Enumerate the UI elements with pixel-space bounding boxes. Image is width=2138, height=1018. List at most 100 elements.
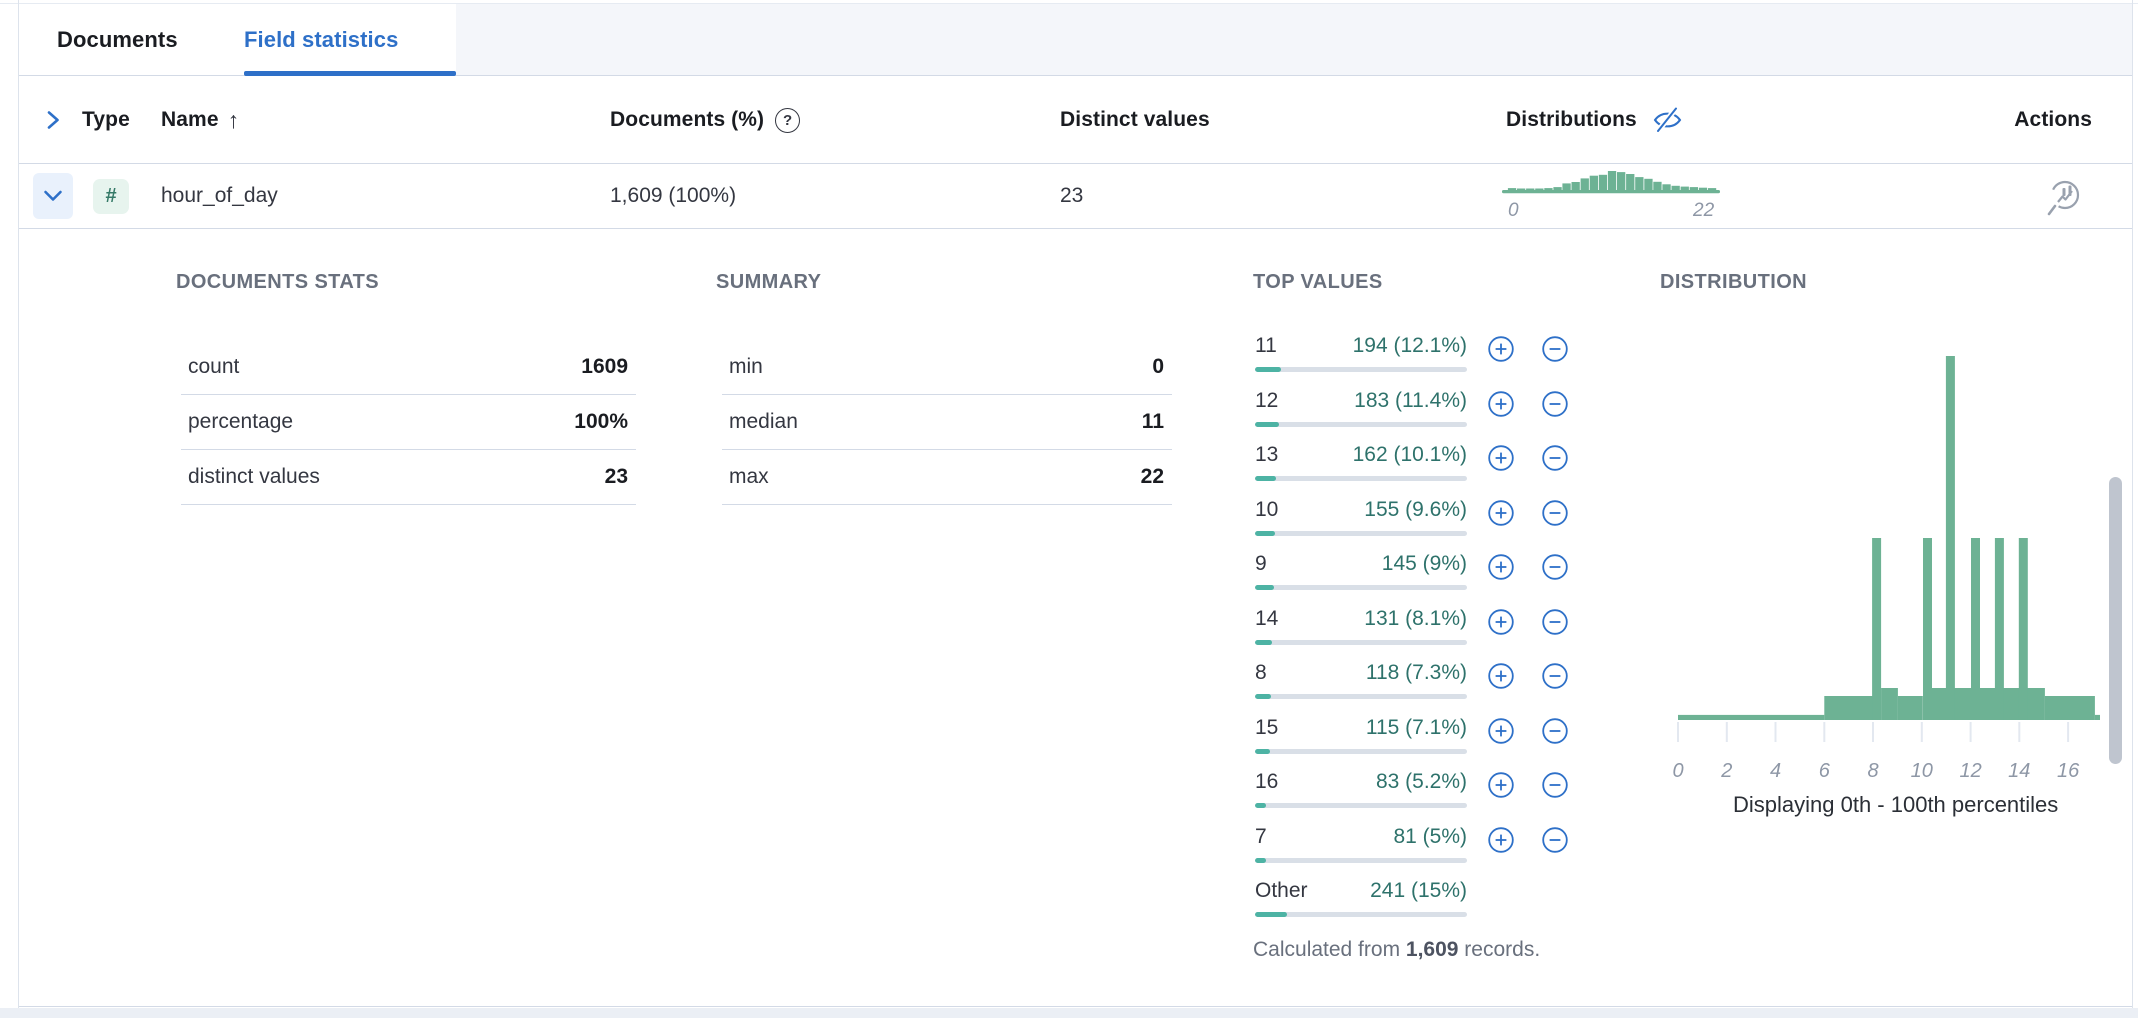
filter-for-value-button[interactable] xyxy=(1487,717,1515,745)
top-value-bar-track xyxy=(1255,912,1467,917)
top-values-section: TOP VALUES 11 194 (12.1%) 12 183 (11.4%) xyxy=(1253,271,1593,968)
filter-out-value-button[interactable] xyxy=(1541,717,1569,745)
top-values-list: 11 194 (12.1%) 12 183 (11.4%) 13 162 (10… xyxy=(1255,334,1593,925)
tab-documents[interactable]: Documents xyxy=(57,4,178,76)
top-value-key: 16 xyxy=(1255,770,1278,794)
top-value-bar-fill xyxy=(1255,367,1281,372)
x-axis-tick-label: 16 xyxy=(2057,760,2079,783)
top-value-bar-track xyxy=(1255,640,1467,645)
collapse-row-button[interactable] xyxy=(33,173,73,219)
x-axis-tick-label: 0 xyxy=(1672,760,1683,783)
filter-for-value-button[interactable] xyxy=(1487,662,1515,690)
filter-out-value-button[interactable] xyxy=(1541,608,1569,636)
top-value-row: 13 162 (10.1%) xyxy=(1255,443,1467,498)
top-value-key: 7 xyxy=(1255,825,1267,849)
top-value-bar-fill xyxy=(1255,531,1275,536)
expand-all-button[interactable] xyxy=(33,77,73,163)
filter-out-value-button[interactable] xyxy=(1541,499,1569,527)
tabs-strip-background xyxy=(456,4,2132,75)
field-table-header: Type Name ↑ Documents (%) ? Distinct val… xyxy=(19,77,2132,164)
top-value-bar-fill xyxy=(1255,858,1266,863)
filter-for-value-button[interactable] xyxy=(1487,826,1515,854)
filter-for-value-button[interactable] xyxy=(1487,553,1515,581)
distribution-percentile-note: Displaying 0th - 100th percentiles xyxy=(1733,792,2101,818)
stat-label: percentage xyxy=(181,410,293,434)
top-value-count: 81 (5%) xyxy=(1393,825,1467,849)
stat-row: median 11 xyxy=(722,395,1172,450)
filter-for-value-button[interactable] xyxy=(1487,608,1515,636)
eye-closed-icon xyxy=(1651,105,1684,135)
top-values-title: TOP VALUES xyxy=(1253,271,1593,294)
sparkline-chart xyxy=(1500,169,1733,195)
x-axis-tick-label: 8 xyxy=(1867,760,1878,783)
top-value-key: Other xyxy=(1255,879,1308,903)
x-axis-tick-label: 4 xyxy=(1770,760,1781,783)
explore-field-statistics-button[interactable] xyxy=(2045,176,2085,220)
column-header-distributions-label: Distributions xyxy=(1506,108,1637,132)
filter-out-value-button[interactable] xyxy=(1541,553,1569,581)
top-value-count: 83 (5.2%) xyxy=(1376,770,1467,794)
filter-for-value-button[interactable] xyxy=(1487,335,1515,363)
top-value-count: 115 (7.1%) xyxy=(1366,716,1467,740)
top-value-bar-fill xyxy=(1255,912,1287,917)
stat-row: max 22 xyxy=(722,450,1172,505)
stat-row: percentage 100% xyxy=(181,395,636,450)
distribution-section: DISTRIBUTION 0246810121416 Displaying 0t… xyxy=(1660,271,2101,818)
stat-label: max xyxy=(722,465,769,489)
filter-for-value-button[interactable] xyxy=(1487,390,1515,418)
field-details-panel: DOCUMENTS STATS count 1609 percentage 10… xyxy=(19,230,2132,1007)
distribution-chart xyxy=(1667,350,2101,750)
top-value-count: 162 (10.1%) xyxy=(1353,443,1467,467)
stat-row: count 1609 xyxy=(181,340,636,395)
documents-stats-table: count 1609 percentage 100% distinct valu… xyxy=(181,340,636,505)
filter-out-value-button[interactable] xyxy=(1541,771,1569,799)
stat-value: 100% xyxy=(574,410,636,434)
summary-section: SUMMARY min 0 median 11 max 22 xyxy=(716,271,1186,505)
filter-out-value-button[interactable] xyxy=(1541,390,1569,418)
top-value-bar-track xyxy=(1255,694,1467,699)
top-value-count: 241 (15%) xyxy=(1370,879,1467,903)
top-value-bar-track xyxy=(1255,749,1467,754)
top-value-row: Other 241 (15%) xyxy=(1255,879,1467,925)
column-header-documents-label: Documents (%) xyxy=(610,108,764,132)
top-value-key: 14 xyxy=(1255,607,1278,631)
active-tab-indicator xyxy=(244,71,456,76)
help-icon[interactable]: ? xyxy=(775,108,800,133)
field-row-hour-of-day: # hour_of_day 1,609 (100%) 23 0 22 xyxy=(19,164,2132,229)
view-mode-tabs: Documents Field statistics xyxy=(19,4,2132,76)
filter-out-value-button[interactable] xyxy=(1541,662,1569,690)
stat-value: 22 xyxy=(1141,465,1172,489)
filter-out-value-button[interactable] xyxy=(1541,826,1569,854)
summary-table: min 0 median 11 max 22 xyxy=(722,340,1172,505)
top-value-row: 7 81 (5%) xyxy=(1255,825,1467,880)
top-value-key: 12 xyxy=(1255,389,1278,413)
filter-out-value-button[interactable] xyxy=(1541,444,1569,472)
field-distribution-sparkline: 0 22 xyxy=(1500,169,1733,227)
footer-prefix: Calculated from xyxy=(1253,938,1406,961)
top-value-bar-track xyxy=(1255,803,1467,808)
filter-for-value-button[interactable] xyxy=(1487,444,1515,472)
stat-label: distinct values xyxy=(181,465,320,489)
footer-suffix: records. xyxy=(1458,938,1540,961)
top-value-bar-track xyxy=(1255,585,1467,590)
top-value-count: 194 (12.1%) xyxy=(1353,334,1467,358)
sort-ascending-icon: ↑ xyxy=(228,107,240,134)
column-header-name[interactable]: Name ↑ xyxy=(161,77,239,163)
top-value-bar-track xyxy=(1255,367,1467,372)
hide-distributions-toggle[interactable] xyxy=(1651,105,1684,135)
top-value-row: 16 83 (5.2%) xyxy=(1255,770,1467,825)
distribution-x-axis: 0246810121416 xyxy=(1660,760,2101,790)
top-value-bar-fill xyxy=(1255,803,1266,808)
filter-out-value-button[interactable] xyxy=(1541,335,1569,363)
filter-for-value-button[interactable] xyxy=(1487,771,1515,799)
stat-value: 0 xyxy=(1152,355,1172,379)
vertical-scrollbar-thumb[interactable] xyxy=(2109,477,2122,764)
x-axis-tick-label: 14 xyxy=(2008,760,2030,783)
top-value-bar-fill xyxy=(1255,422,1279,427)
top-value-row: 15 115 (7.1%) xyxy=(1255,716,1467,771)
page-bottom-gutter xyxy=(0,1008,2138,1018)
tab-field-statistics[interactable]: Field statistics xyxy=(244,4,398,76)
top-value-bar-track xyxy=(1255,858,1467,863)
filter-for-value-button[interactable] xyxy=(1487,499,1515,527)
column-header-distributions: Distributions xyxy=(1506,77,1684,163)
